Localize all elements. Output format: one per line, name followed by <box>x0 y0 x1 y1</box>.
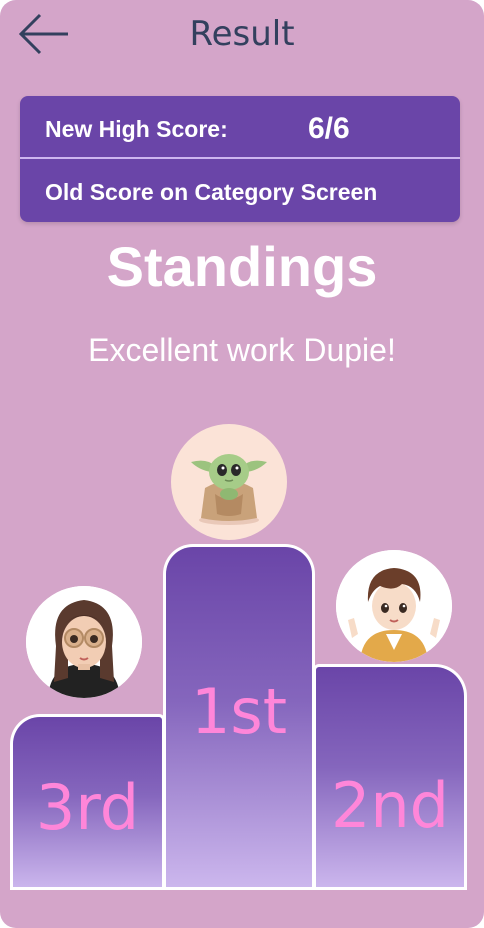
girl-avatar <box>26 586 142 698</box>
rank-third-label: 3rd <box>35 771 140 844</box>
high-score-label: New High Score: <box>45 116 228 142</box>
page-title: Result <box>189 14 295 54</box>
high-score-row: New High Score: 6/6 <box>20 96 460 158</box>
podium-base-line <box>10 887 467 890</box>
score-card: New High Score: 6/6 Old Score on Categor… <box>20 96 460 222</box>
rank-first-label: 1st <box>190 675 288 748</box>
result-screen: Result New High Score: 6/6 Old Score on … <box>0 0 484 928</box>
podium-second: 2nd <box>313 664 467 890</box>
podium-first: 1st <box>163 544 315 890</box>
podium-third: 3rd <box>10 714 165 890</box>
divider <box>20 157 460 159</box>
high-score-value: 6/6 <box>308 112 350 145</box>
rank-second-label: 2nd <box>330 769 450 842</box>
boy-avatar <box>336 550 452 662</box>
baby-yoda-avatar <box>171 424 287 540</box>
old-score-link[interactable]: Old Score on Category Screen <box>45 179 377 206</box>
standings-heading: Standings <box>106 235 378 298</box>
congrats-message: Excellent work Dupie! <box>88 332 396 368</box>
